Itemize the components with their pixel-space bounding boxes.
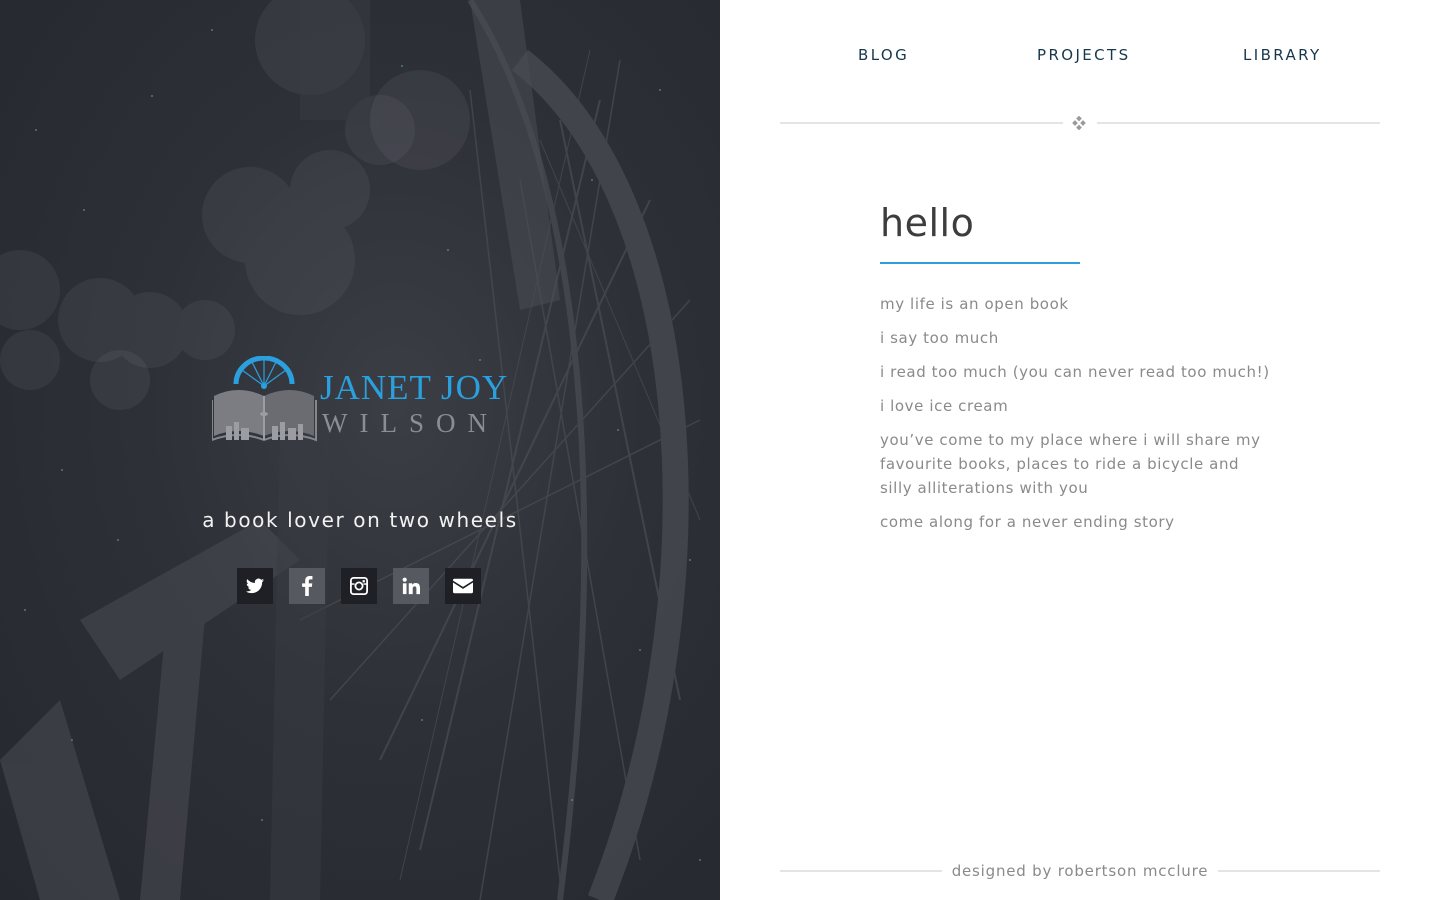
nav-item-blog[interactable]: BLOG [858, 46, 909, 64]
linkedin-icon [402, 577, 420, 595]
tagline: a book lover on two wheels [202, 508, 518, 532]
brand-name-last: WILSON [322, 408, 499, 438]
nav-item-library[interactable]: LIBRARY [1243, 46, 1322, 64]
intro-line: come along for a never ending story [880, 513, 1175, 531]
email-icon [453, 578, 473, 594]
facebook-icon [302, 576, 313, 596]
twitter-link[interactable] [237, 568, 273, 604]
main-nav: BLOG PROJECTS LIBRARY [780, 46, 1380, 70]
brand-logo[interactable]: JANET JOY WILSON [212, 356, 512, 442]
intro-line: i say too much [880, 329, 999, 347]
intro-line: i read too much (you can never read too … [880, 363, 1270, 381]
intro-section: hello my life is an open book i say too … [880, 200, 1280, 544]
nav-divider [780, 113, 1380, 133]
hero-panel: JANET JOY WILSON a book lover on two whe… [0, 0, 720, 900]
hero-background-image [0, 0, 701, 900]
instagram-link[interactable] [341, 568, 377, 604]
divider-line-right [1097, 122, 1380, 124]
page-title: hello [880, 201, 975, 245]
intro-lines: my life is an open book i say too much i… [880, 292, 1280, 534]
brand-name-first: JANET JOY [320, 368, 509, 407]
linkedin-link[interactable] [393, 568, 429, 604]
footer-credit: designed by robertson mcclure [780, 860, 1380, 882]
nav-item-projects[interactable]: PROJECTS [1037, 46, 1131, 64]
instagram-icon [350, 577, 368, 595]
twitter-icon [246, 578, 264, 594]
intro-line: you’ve come to my place where i will sha… [880, 431, 1261, 497]
intro-line: i love ice cream [880, 397, 1009, 415]
book-wheel-logo-icon [212, 356, 317, 442]
diamond-ornament-icon [1071, 115, 1087, 131]
email-link[interactable] [445, 568, 481, 604]
intro-line: my life is an open book [880, 295, 1069, 313]
facebook-link[interactable] [289, 568, 325, 604]
divider-line-left [780, 122, 1063, 124]
designer-credit[interactable]: designed by robertson mcclure [941, 862, 1219, 880]
footer: designed by robertson mcclure [780, 860, 1380, 882]
title-underline [880, 262, 1080, 264]
